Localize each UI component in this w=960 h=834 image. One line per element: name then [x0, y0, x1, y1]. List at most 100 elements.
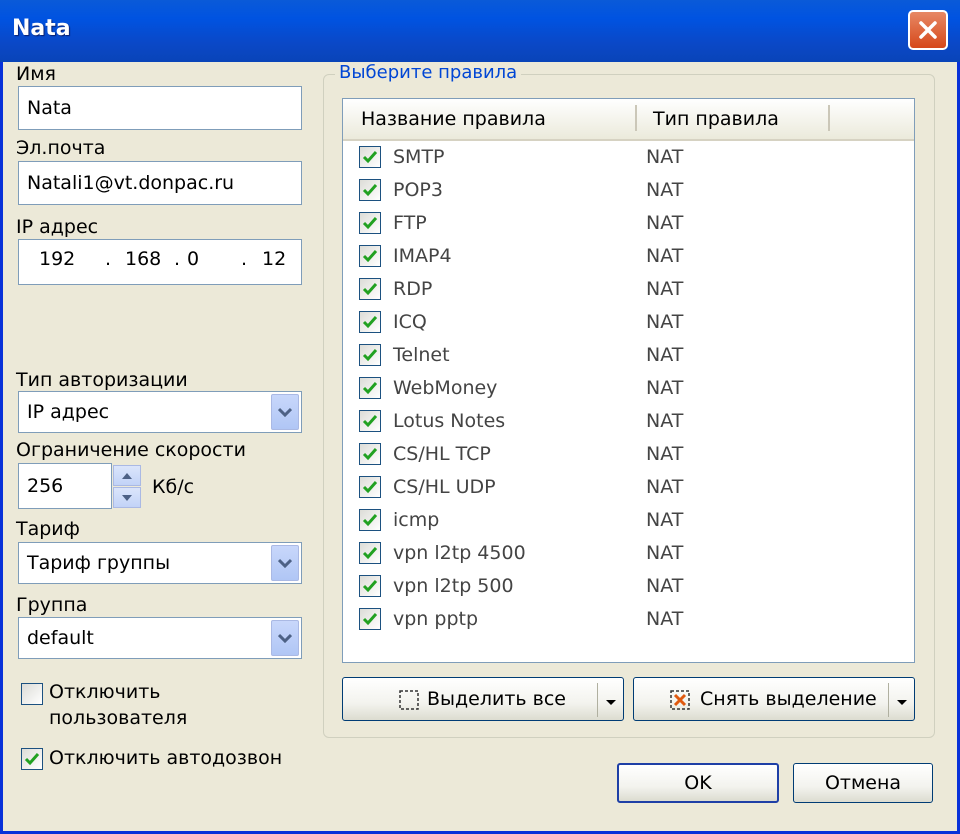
rule-checkbox[interactable] [359, 608, 381, 630]
ip-dot-3: . [241, 248, 248, 270]
close-button[interactable] [908, 10, 948, 50]
group-select[interactable]: default [18, 617, 302, 659]
speed-limit-input[interactable]: 256 [18, 463, 112, 509]
column-header-rule-type[interactable]: Тип правила [653, 108, 779, 130]
select-all-button[interactable]: Выделить все [342, 677, 624, 721]
rule-checkbox[interactable] [359, 443, 381, 465]
tariff-select[interactable]: Тариф группы [18, 542, 302, 584]
name-value: Nata [27, 97, 72, 119]
ok-label: OK [684, 772, 712, 794]
ok-button[interactable]: OK [617, 763, 779, 803]
rule-type: NAT [646, 311, 684, 333]
rule-checkbox[interactable] [359, 146, 381, 168]
select-all-menu-arrow[interactable] [606, 700, 616, 705]
list-item[interactable]: Lotus Notes NAT [343, 405, 914, 438]
ip-octet-3[interactable]: 0 [187, 248, 199, 270]
speed-limit-value: 256 [27, 475, 64, 497]
rule-checkbox[interactable] [359, 245, 381, 267]
rule-checkbox[interactable] [359, 212, 381, 234]
checkmark-icon [362, 316, 378, 329]
list-item[interactable]: IMAP4 NAT [343, 240, 914, 273]
tariff-dropdown-button[interactable] [271, 545, 299, 581]
column-separator[interactable] [635, 105, 637, 131]
ip-octet-1[interactable]: 192 [39, 248, 75, 270]
list-item[interactable]: Telnet NAT [343, 339, 914, 372]
list-item[interactable]: CS/HL TCP NAT [343, 438, 914, 471]
rule-type: NAT [646, 509, 684, 531]
speed-limit-label: Ограничение скорости [16, 439, 246, 461]
rule-checkbox[interactable] [359, 311, 381, 333]
checkmark-icon [362, 349, 378, 362]
rule-checkbox[interactable] [359, 542, 381, 564]
rule-checkbox[interactable] [359, 509, 381, 531]
list-item[interactable]: vpn pptp NAT [343, 603, 914, 636]
column-header-rule-name[interactable]: Название правила [361, 108, 546, 130]
ip-dot-1: . [105, 248, 112, 270]
auth-type-label: Тип авторизации [16, 369, 188, 391]
disable-user-label-line2: пользователя [49, 707, 188, 729]
deselect-icon [670, 690, 690, 710]
chevron-down-icon [278, 558, 292, 568]
rules-list-header: Название правила Тип правила [343, 99, 914, 141]
spin-down-button[interactable] [113, 487, 141, 508]
email-field[interactable]: Natali1@vt.donpac.ru [18, 161, 302, 205]
checkmark-icon [362, 613, 378, 626]
auth-type-select[interactable]: IP адрес [18, 391, 302, 433]
list-item[interactable]: SMTP NAT [343, 141, 914, 174]
cancel-label: Отмена [824, 772, 902, 794]
rule-type: NAT [646, 476, 684, 498]
name-field[interactable]: Nata [18, 86, 302, 130]
deselect-menu-arrow[interactable] [897, 700, 907, 705]
list-item[interactable]: vpn l2tp 4500 NAT [343, 537, 914, 570]
title-bar[interactable]: Nata [0, 0, 960, 62]
rule-checkbox[interactable] [359, 377, 381, 399]
rule-type: NAT [646, 212, 684, 234]
disable-user-checkbox[interactable] [21, 683, 43, 705]
rule-checkbox[interactable] [359, 278, 381, 300]
rule-checkbox[interactable] [359, 179, 381, 201]
list-item[interactable]: FTP NAT [343, 207, 914, 240]
list-item[interactable]: ICQ NAT [343, 306, 914, 339]
email-label: Эл.почта [16, 137, 106, 159]
checkmark-icon [24, 753, 40, 766]
list-item[interactable]: RDP NAT [343, 273, 914, 306]
disable-autodial-label: Отключить автодозвон [49, 747, 283, 769]
email-value: Natali1@vt.donpac.ru [27, 172, 235, 194]
rule-name: POP3 [393, 179, 443, 201]
rules-group-title: Выберите правила [335, 62, 522, 83]
ip-label: IP адрес [16, 216, 99, 238]
rule-checkbox[interactable] [359, 410, 381, 432]
select-all-label: Выделить все [427, 688, 566, 710]
checkmark-icon [362, 184, 378, 197]
rule-checkbox[interactable] [359, 476, 381, 498]
rules-list[interactable]: Название правила Тип правила SMTP NAT POP3… [342, 98, 915, 663]
spin-up-button[interactable] [113, 465, 141, 486]
column-separator[interactable] [828, 105, 830, 131]
spin-down-icon [122, 494, 132, 501]
disable-autodial-checkbox[interactable] [21, 748, 43, 770]
ip-octet-2[interactable]: 168 [125, 248, 161, 270]
ip-address-field[interactable]: 192 . 168 . 0 . 12 [18, 239, 302, 285]
ip-octet-4[interactable]: 12 [262, 248, 286, 270]
rule-checkbox[interactable] [359, 344, 381, 366]
checkmark-icon [362, 448, 378, 461]
checkmark-icon [362, 547, 378, 560]
auth-type-dropdown-button[interactable] [271, 394, 299, 430]
rule-checkbox[interactable] [359, 575, 381, 597]
list-item[interactable]: vpn l2tp 500 NAT [343, 570, 914, 603]
list-item[interactable]: CS/HL UDP NAT [343, 471, 914, 504]
group-value: default [27, 627, 94, 649]
list-item[interactable]: icmp NAT [343, 504, 914, 537]
spin-up-icon [122, 472, 132, 479]
list-item[interactable]: POP3 NAT [343, 174, 914, 207]
group-dropdown-button[interactable] [271, 620, 299, 656]
rule-name: SMTP [393, 146, 445, 168]
list-item[interactable]: WebMoney NAT [343, 372, 914, 405]
name-label: Имя [16, 63, 56, 85]
deselect-button[interactable]: Снять выделение [633, 677, 915, 721]
rule-name: vpn l2tp 500 [393, 575, 514, 597]
rule-type: NAT [646, 278, 684, 300]
checkmark-icon [362, 250, 378, 263]
tariff-value: Тариф группы [27, 552, 171, 574]
cancel-button[interactable]: Отмена [793, 763, 933, 803]
